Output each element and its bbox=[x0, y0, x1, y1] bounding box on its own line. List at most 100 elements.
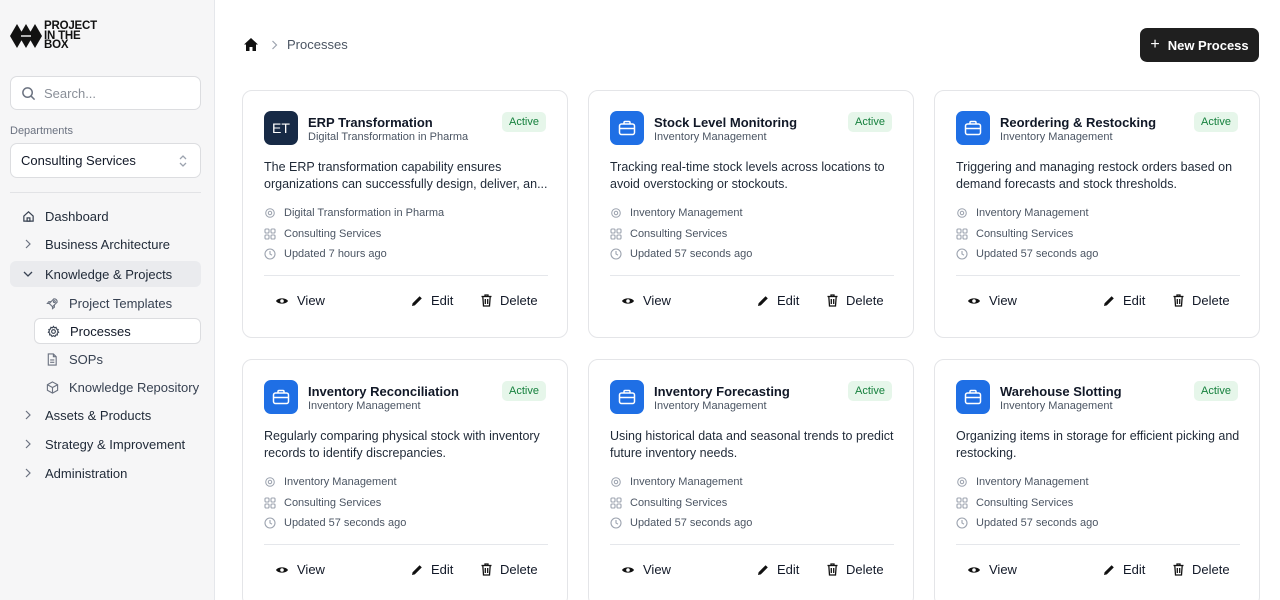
process-title[interactable]: Inventory Reconciliation bbox=[308, 384, 459, 399]
process-card[interactable]: Reordering & Restocking Inventory Manage… bbox=[934, 90, 1260, 338]
cube-icon bbox=[46, 380, 58, 394]
clock-icon bbox=[956, 517, 968, 529]
view-button[interactable]: View bbox=[621, 562, 671, 577]
meta-department-text: Consulting Services bbox=[630, 497, 728, 509]
logo-mark-icon bbox=[10, 24, 42, 49]
process-title[interactable]: Inventory Forecasting bbox=[654, 384, 790, 399]
grid-icon bbox=[956, 228, 968, 240]
eye-icon bbox=[622, 297, 634, 304]
sidebar-item-strategy-improvement[interactable]: Strategy & Improvement bbox=[10, 431, 201, 457]
meta-updated: Updated 57 seconds ago bbox=[610, 517, 752, 529]
process-avatar bbox=[264, 380, 298, 414]
trash-icon bbox=[1173, 294, 1184, 307]
sidebar-item-business-architecture[interactable]: Business Architecture bbox=[10, 231, 201, 257]
edit-button[interactable]: Edit bbox=[757, 293, 799, 308]
sidebar-subitem-project-templates[interactable]: Project Templates bbox=[34, 290, 201, 316]
gear-icon bbox=[611, 477, 621, 487]
delete-button[interactable]: Delete bbox=[481, 293, 538, 308]
meta-category-text: Digital Transformation in Pharma bbox=[284, 207, 445, 219]
edit-button-label: Edit bbox=[431, 562, 454, 577]
delete-button[interactable]: Delete bbox=[827, 293, 884, 308]
new-process-button[interactable]: + New Process bbox=[1140, 28, 1259, 62]
sidebar-item-label: Dashboard bbox=[45, 208, 109, 224]
sidebar-item-dashboard[interactable]: Dashboard bbox=[10, 203, 201, 229]
home-icon[interactable] bbox=[243, 37, 259, 52]
view-button[interactable]: View bbox=[967, 293, 1017, 308]
eye-icon bbox=[968, 566, 980, 573]
search-icon bbox=[22, 86, 36, 100]
process-card[interactable]: Inventory Forecasting Inventory Manageme… bbox=[588, 359, 914, 600]
edit-button[interactable]: Edit bbox=[411, 562, 453, 577]
edit-button[interactable]: Edit bbox=[1103, 293, 1145, 308]
meta-updated-text: Updated 57 seconds ago bbox=[284, 517, 407, 529]
process-card[interactable]: Inventory Reconciliation Inventory Manag… bbox=[242, 359, 568, 600]
meta-updated-text: Updated 7 hours ago bbox=[284, 248, 387, 260]
view-button[interactable]: View bbox=[275, 293, 325, 308]
home-icon bbox=[22, 210, 34, 222]
eye-icon bbox=[968, 297, 980, 304]
delete-button[interactable]: Delete bbox=[1173, 293, 1230, 308]
breadcrumb-current[interactable]: Processes bbox=[287, 37, 348, 52]
meta-department-text: Consulting Services bbox=[630, 228, 728, 240]
edit-button-label: Edit bbox=[431, 293, 454, 308]
sidebar-subitem-sops[interactable]: SOPs bbox=[34, 346, 201, 372]
process-card[interactable]: Warehouse Slotting Inventory Management … bbox=[934, 359, 1260, 600]
sidebar-subitem-processes[interactable]: Processes bbox=[34, 318, 201, 344]
process-title[interactable]: ERP Transformation bbox=[308, 115, 433, 130]
delete-button[interactable]: Delete bbox=[1173, 562, 1230, 577]
meta-department: Consulting Services bbox=[956, 228, 1073, 240]
view-button[interactable]: View bbox=[967, 562, 1017, 577]
sidebar-item-knowledge-projects[interactable]: Knowledge & Projects bbox=[10, 261, 201, 287]
delete-button[interactable]: Delete bbox=[827, 562, 884, 577]
edit-button[interactable]: Edit bbox=[1103, 562, 1145, 577]
logo-line-3: BOX bbox=[44, 39, 69, 51]
edit-button[interactable]: Edit bbox=[411, 293, 453, 308]
process-card[interactable]: ET ERP Transformation Digital Transforma… bbox=[242, 90, 568, 338]
meta-updated-text: Updated 57 seconds ago bbox=[630, 248, 753, 260]
chevron-right-icon bbox=[272, 40, 278, 49]
delete-button-label: Delete bbox=[1192, 293, 1230, 308]
card-divider bbox=[264, 275, 548, 276]
sidebar-item-assets-products[interactable]: Assets & Products bbox=[10, 402, 201, 428]
process-subtitle: Inventory Management bbox=[1000, 131, 1113, 143]
delete-button-label: Delete bbox=[1192, 562, 1230, 577]
edit-button[interactable]: Edit bbox=[757, 562, 799, 577]
grid-icon bbox=[264, 497, 276, 509]
meta-category: Digital Transformation in Pharma bbox=[264, 207, 444, 219]
process-title[interactable]: Stock Level Monitoring bbox=[654, 115, 797, 130]
meta-category: Inventory Management bbox=[264, 476, 397, 488]
logo[interactable]: PROJECT IN THE BOX bbox=[10, 21, 97, 51]
plus-icon: + bbox=[1150, 36, 1160, 53]
department-select[interactable]: Consulting Services bbox=[10, 143, 201, 178]
search-input[interactable] bbox=[44, 85, 184, 101]
process-title[interactable]: Warehouse Slotting bbox=[1000, 384, 1122, 399]
sidebar-item-administration[interactable]: Administration bbox=[10, 460, 201, 486]
trash-icon bbox=[827, 563, 838, 576]
meta-category: Inventory Management bbox=[610, 476, 743, 488]
card-divider bbox=[610, 544, 894, 545]
meta-department-text: Consulting Services bbox=[284, 497, 382, 509]
view-button-label: View bbox=[989, 562, 1017, 577]
delete-button[interactable]: Delete bbox=[481, 562, 538, 577]
process-card[interactable]: Stock Level Monitoring Inventory Managem… bbox=[588, 90, 914, 338]
search-box[interactable] bbox=[10, 76, 201, 110]
clock-icon bbox=[610, 248, 622, 260]
eye-icon bbox=[276, 566, 288, 573]
eye-icon bbox=[276, 297, 288, 304]
process-subtitle: Inventory Management bbox=[654, 131, 767, 143]
process-title[interactable]: Reordering & Restocking bbox=[1000, 115, 1156, 130]
process-avatar: ET bbox=[264, 111, 298, 145]
sidebar-subitem-knowledge-repository[interactable]: Knowledge Repository bbox=[34, 374, 201, 400]
view-button-label: View bbox=[989, 293, 1017, 308]
process-description: Using historical data and seasonal trend… bbox=[610, 429, 894, 460]
view-button[interactable]: View bbox=[621, 293, 671, 308]
view-button[interactable]: View bbox=[275, 562, 325, 577]
rocket-icon bbox=[45, 297, 58, 310]
meta-department: Consulting Services bbox=[956, 497, 1073, 509]
sidebar-item-label: Knowledge & Projects bbox=[45, 266, 173, 282]
view-button-label: View bbox=[297, 293, 325, 308]
meta-department-text: Consulting Services bbox=[284, 228, 382, 240]
card-divider bbox=[956, 275, 1240, 276]
edit-button-label: Edit bbox=[777, 562, 800, 577]
view-button-label: View bbox=[643, 562, 671, 577]
